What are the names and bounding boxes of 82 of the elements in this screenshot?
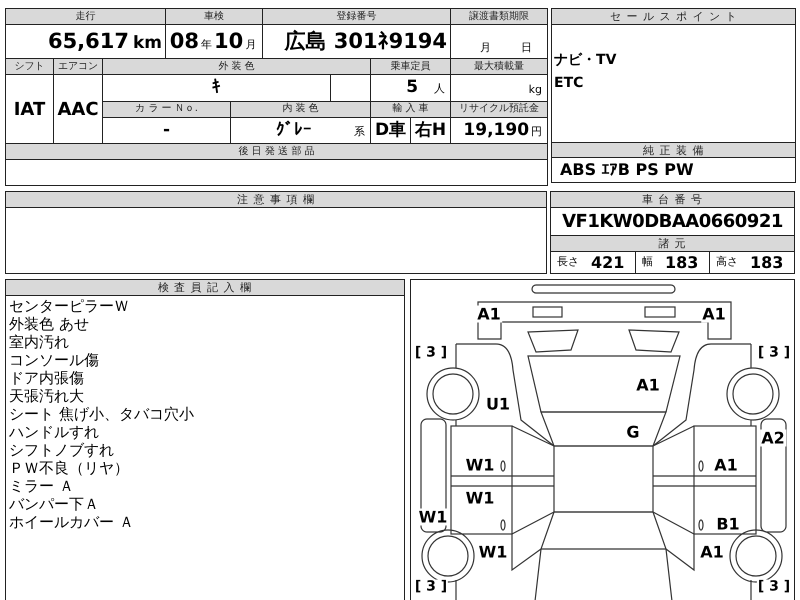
damage-code: W1	[464, 456, 496, 474]
inspector-note: ミラー Ａ	[8, 477, 74, 495]
field-label: 注 意 事 項 欄	[6, 192, 546, 208]
sales-point-text: ETC	[553, 74, 584, 93]
inspector-note: 室内汚れ	[8, 333, 69, 351]
field-label: 最大積載量	[450, 58, 548, 74]
unit-label: 円	[531, 124, 542, 138]
damage-code: B1	[715, 516, 741, 532]
capacity-value: 5	[406, 77, 418, 97]
field-label: シフト	[6, 58, 54, 74]
tread-depth: [ 3 ]	[414, 580, 448, 594]
color-number-value: -	[162, 120, 170, 140]
unit-label: km	[133, 32, 162, 53]
dimension-label: 幅	[642, 254, 653, 270]
shift-value: IAT	[14, 98, 46, 120]
field-label: 後 日 発 送 部 品	[6, 144, 548, 160]
field-label: 輸 入 車	[370, 101, 451, 117]
inspector-note: ＰＷ不良（リヤ）	[8, 459, 129, 477]
inspector-note: コンソール傷	[8, 351, 99, 369]
damage-code: W1	[418, 508, 448, 526]
chassis-number: VF1KW0DBAA0660921	[562, 211, 783, 232]
field-label: 諸 元	[551, 236, 794, 252]
unit-label: 月	[480, 41, 492, 54]
inspector-note: ハンドルすれ	[8, 423, 99, 441]
damage-code: A1	[713, 456, 739, 474]
damage-code: G	[625, 424, 641, 440]
field-label: 外 装 色	[102, 58, 371, 74]
field-label: 純 正 装 備	[552, 142, 796, 158]
aircon-value: AAC	[57, 98, 99, 120]
unit-label: 日	[521, 41, 532, 54]
field-label: セ ー ル ス ポ イ ン ト	[552, 9, 796, 25]
dimension-value: 421	[591, 252, 624, 274]
dimension-label: 長さ	[557, 254, 579, 270]
field-label: 検 査 員 記 入 欄	[6, 280, 404, 296]
unit-label: 月	[245, 38, 256, 51]
interior-color-value: ｸﾞﾚｰ	[276, 120, 312, 140]
inspector-note: バンパー下Ａ	[8, 495, 99, 513]
steering-value: 右H	[414, 120, 446, 140]
tread-depth: [ 3 ]	[756, 346, 792, 360]
unit-label: 系	[354, 124, 366, 138]
field-label: 内 装 色	[230, 101, 371, 117]
damage-code: W1	[464, 490, 496, 506]
tread-depth: [ 3 ]	[756, 580, 792, 594]
recycle-fee-value: 19,190	[463, 120, 530, 140]
month-value: 10	[214, 28, 244, 53]
damage-code: A1	[476, 306, 502, 322]
field-label: 車検	[166, 8, 263, 24]
unit-label: 人	[434, 82, 446, 95]
inspector-note: 天張汚れ大	[8, 387, 84, 405]
dimension-value: 183	[665, 252, 698, 274]
year-value: 08	[170, 28, 200, 53]
inspector-note: 外装色 あせ	[8, 315, 89, 333]
field-label: リサイクル預託金	[450, 101, 548, 117]
sales-point-text: ナビ・TV	[553, 51, 616, 70]
dimension-label: 高さ	[716, 254, 738, 270]
dealer-value: D車	[374, 120, 406, 140]
damage-code: A1	[699, 544, 725, 560]
damage-code: W1	[478, 544, 508, 560]
inspector-note: ドア内張傷	[8, 369, 84, 387]
field-label: 車 台 番 号	[551, 192, 794, 208]
inspector-note: ホイールカバー Ａ	[8, 513, 134, 531]
damage-code: U1	[484, 396, 512, 412]
mileage-value: 65,617	[48, 28, 129, 53]
field-label: カ ラ ー Ｎｏ.	[102, 101, 231, 117]
color-value: ｷ	[212, 77, 222, 97]
field-label: エアコン	[54, 58, 102, 74]
plate-number: 広島 301ﾈ9194	[284, 28, 448, 53]
field-label: 乗車定員	[370, 58, 451, 74]
damage-code: A1	[701, 306, 727, 322]
field-label: 譲渡書類期限	[450, 8, 548, 24]
equipment-value: ABS ｴｱB PS PW	[560, 160, 694, 179]
tread-depth: [ 3 ]	[414, 346, 448, 360]
field-label: 走行	[6, 8, 166, 24]
field-label: 登録番号	[262, 8, 451, 24]
dimension-value: 183	[750, 252, 784, 274]
inspector-note: センターピラーＷ	[8, 297, 129, 315]
inspector-note: シート 焦げ小、タバコ穴小	[8, 405, 194, 423]
inspector-note: シフトノブすれ	[8, 441, 114, 459]
unit-label: kg	[528, 82, 542, 96]
damage-code: A2	[760, 430, 786, 446]
unit-label: 年	[201, 38, 212, 51]
damage-code: A1	[635, 376, 661, 394]
